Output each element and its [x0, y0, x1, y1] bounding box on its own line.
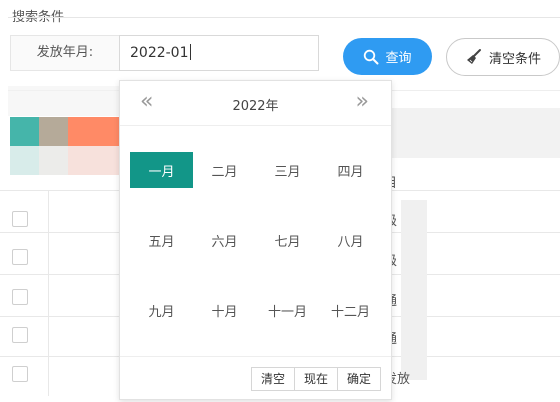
month-apr[interactable]: 四月: [319, 152, 382, 188]
next-year-button[interactable]: »: [356, 91, 369, 113]
month-sep[interactable]: 九月: [130, 292, 193, 328]
month-nov[interactable]: 十一月: [256, 292, 319, 328]
row-checkbox[interactable]: [12, 327, 28, 343]
text-caret: [189, 44, 191, 60]
picker-year-label[interactable]: 2022年: [120, 95, 391, 114]
search-conditions-legend: 搜索条件: [12, 10, 65, 25]
picker-footer-buttons: 清空 现在 确定: [250, 367, 381, 391]
picker-now-button[interactable]: 现在: [293, 367, 338, 391]
blurred-color-row-light: [10, 146, 126, 175]
table-row-line: [0, 316, 120, 317]
row-checkbox[interactable]: [12, 289, 28, 305]
legend-divider: [8, 17, 560, 18]
issue-month-input[interactable]: 2022-01: [119, 35, 319, 71]
blur-swatch: [39, 146, 68, 175]
blurred-column: [401, 200, 427, 380]
clear-conditions-label: 清空条件: [488, 51, 541, 67]
month-aug[interactable]: 八月: [319, 222, 382, 258]
table-header: [380, 108, 560, 158]
blurred-region: [8, 86, 120, 116]
month-dec[interactable]: 十二月: [319, 292, 382, 328]
blur-swatch: [68, 146, 97, 175]
broom-icon: [466, 49, 481, 64]
table-row-line: [0, 356, 120, 357]
month-may[interactable]: 五月: [130, 222, 193, 258]
search-icon: [364, 49, 379, 64]
month-mar[interactable]: 三月: [256, 152, 319, 188]
clear-conditions-button[interactable]: 清空条件: [446, 38, 560, 76]
picker-footer: 清空 现在 确定: [120, 356, 391, 402]
blurred-color-row: [10, 117, 126, 146]
query-button-label: 查询: [385, 51, 412, 66]
row-checkbox[interactable]: [12, 249, 28, 265]
picker-clear-button[interactable]: 清空: [250, 367, 295, 391]
table-row-line: [0, 190, 120, 191]
blur-swatch: [39, 117, 68, 146]
table-row-line: [392, 190, 560, 191]
picker-header: « 2022年 »: [120, 81, 391, 126]
row-checkbox[interactable]: [12, 211, 28, 227]
issue-month-label: 发放年月:: [10, 35, 120, 71]
month-jan[interactable]: 一月: [130, 152, 193, 188]
table-row-line: [0, 232, 120, 233]
query-button[interactable]: 查询: [343, 38, 432, 75]
table-column-divider: [48, 190, 49, 396]
month-picker: « 2022年 » 一月 二月 三月 四月 五月 六月 七月 八月 九月 十月 …: [119, 80, 392, 400]
month-feb[interactable]: 二月: [193, 152, 256, 188]
month-oct[interactable]: 十月: [193, 292, 256, 328]
issue-month-value: 2022-01: [130, 45, 189, 61]
blur-swatch: [68, 117, 97, 146]
month-jul[interactable]: 七月: [256, 222, 319, 258]
month-jun[interactable]: 六月: [193, 222, 256, 258]
blur-swatch: [10, 117, 39, 146]
table-row-line: [0, 274, 120, 275]
blur-swatch: [10, 146, 39, 175]
row-checkbox[interactable]: [12, 366, 28, 382]
picker-confirm-button[interactable]: 确定: [336, 367, 381, 391]
